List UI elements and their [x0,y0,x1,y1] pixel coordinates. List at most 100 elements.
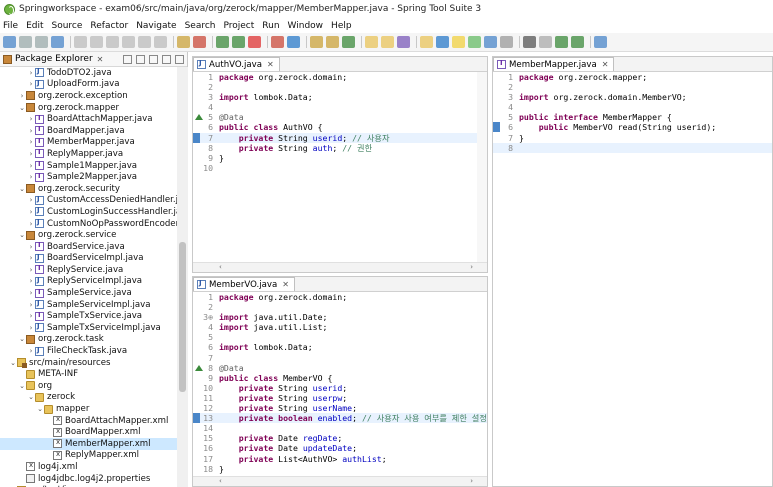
tree-item[interactable]: › ReplyServiceImpl.java [0,276,177,288]
view-menu-icon[interactable] [149,54,158,64]
tree-item[interactable]: ⌄ org.zerock.mapper [0,102,177,114]
toolbar-button-icon[interactable] [365,36,378,48]
code-area-membermapper[interactable]: 1 package org.zerock.mapper; 2 3 import org.… [493,72,772,486]
chevron-right-icon[interactable]: › [27,162,35,170]
tree-item[interactable]: MemberMapper.xml [0,438,177,450]
code-line[interactable]: 18} [193,464,487,474]
minimize-icon[interactable] [162,54,171,64]
toolbar-button-icon[interactable] [154,36,167,48]
toolbar-button-icon[interactable] [248,36,261,48]
editor-hscroll[interactable]: ‹ › [193,476,487,486]
tree-item[interactable]: › SampleTxServiceImpl.java [0,322,177,334]
chevron-right-icon[interactable]: › [27,347,35,355]
tree-item[interactable]: ⌄ org.zerock.security [0,183,177,195]
editor-vscroll[interactable] [477,72,487,262]
code-line[interactable]: 6 import lombok.Data; [193,342,487,352]
chevron-down-icon[interactable]: ⌄ [18,382,26,390]
code-line[interactable]: 6 public class AuthVO { [193,122,487,132]
tree-item[interactable]: › SampleService.java [0,287,177,299]
chevron-right-icon[interactable]: › [27,127,35,135]
tree-item[interactable]: › BoardService.java [0,241,177,253]
chevron-right-icon[interactable]: › [27,80,35,88]
toolbar-button-icon[interactable] [436,36,449,48]
code-line[interactable]: 3 import org.zerock.domain.MemberVO; [493,92,772,102]
toolbar-button-icon[interactable] [74,36,87,48]
tree-item[interactable]: BoardAttachMapper.xml [0,415,177,427]
tree-item[interactable]: › Sample1Mapper.java [0,160,177,172]
tree-item[interactable]: › CustomLoginSuccessHandler.java [0,206,177,218]
code-line[interactable]: 1 package org.zerock.mapper; [493,72,772,82]
code-line[interactable]: 5 [193,332,487,342]
toolbar-button-icon[interactable] [19,36,32,48]
chevron-right-icon[interactable]: › [27,196,35,204]
toolbar-button-icon[interactable] [35,36,48,48]
override-marker-icon[interactable] [195,114,203,121]
tree-item[interactable]: › SampleTxService.java [0,310,177,322]
code-line[interactable]: 5 @Data [193,112,487,122]
toolbar-button-icon[interactable] [326,36,339,48]
code-line[interactable]: 7 [193,353,487,363]
menu-edit[interactable]: Edit [26,21,43,31]
code-line[interactable]: 5 public interface MemberMapper { [493,112,772,122]
chevron-right-icon[interactable]: › [27,138,35,146]
code-line[interactable]: 13 private boolean enabled; // 사용자 사용 여부… [193,413,487,424]
tree-item[interactable]: › ReplyService.java [0,264,177,276]
menu-run[interactable]: Run [262,21,279,31]
code-line[interactable]: 1 package org.zerock.domain; [193,292,487,302]
toolbar-button-icon[interactable] [287,36,300,48]
toolbar-button-icon[interactable] [138,36,151,48]
toolbar-button-icon[interactable] [539,36,552,48]
tree-item[interactable]: › TodoDTO2.java [0,67,177,79]
code-line[interactable]: 2 [193,82,487,92]
toolbar-button-icon[interactable] [523,36,536,48]
menu-project[interactable]: Project [223,21,254,31]
toolbar-button-icon[interactable] [571,36,584,48]
tab-membervo[interactable]: MemberVO.java ✕ [193,277,295,291]
toolbar-button-icon[interactable] [310,36,323,48]
tree-item[interactable]: › ReplyMapper.java [0,148,177,160]
toolbar-button-icon[interactable] [122,36,135,48]
chevron-right-icon[interactable]: › [27,150,35,158]
code-line[interactable]: 1 package org.zerock.domain; [193,72,487,82]
tree-item[interactable]: ⌄ zerock [0,392,177,404]
close-icon[interactable]: ✕ [282,280,289,289]
tree-item[interactable]: log4jdbc.log4j2.properties [0,473,177,485]
chevron-right-icon[interactable]: › [18,92,26,100]
tree-item[interactable]: › SampleServiceImpl.java [0,299,177,311]
code-line[interactable]: 10 [193,163,487,173]
close-icon[interactable]: ✕ [602,60,609,69]
toolbar-button-icon[interactable] [397,36,410,48]
maximize-icon[interactable] [175,54,184,64]
toolbar-button-icon[interactable] [484,36,497,48]
toolbar-button-icon[interactable] [594,36,607,48]
toolbar-button-icon[interactable] [106,36,119,48]
tree-item[interactable]: › BoardServiceImpl.java [0,253,177,265]
code-line[interactable]: 2 [493,82,772,92]
chevron-right-icon[interactable]: › [27,289,35,297]
tree-item[interactable]: ⌄ org.zerock.task [0,334,177,346]
code-line[interactable]: 14 [193,423,487,433]
link-with-editor-icon[interactable] [136,54,145,64]
code-line[interactable]: 4 [493,102,772,112]
tree-item[interactable]: › UploadForm.java [0,79,177,91]
editor-hscroll[interactable]: ‹ › [193,262,487,272]
toolbar-button-icon[interactable] [177,36,190,48]
chevron-right-icon[interactable]: › [27,243,35,251]
toolbar-button-icon[interactable] [342,36,355,48]
scroll-left-icon[interactable]: ‹ [219,477,222,485]
toolbar-button-icon[interactable] [468,36,481,48]
toolbar-button-icon[interactable] [500,36,513,48]
package-explorer-title[interactable]: Package Explorer [15,54,93,64]
toolbar-button-icon[interactable] [420,36,433,48]
chevron-down-icon[interactable]: ⌄ [9,359,17,367]
chevron-right-icon[interactable]: › [27,173,35,181]
toolbar-button-icon[interactable] [193,36,206,48]
menu-help[interactable]: Help [331,21,352,31]
tree-item[interactable]: › CustomNoOpPasswordEncoder.java [0,218,177,230]
tree-item[interactable]: › MemberMapper.java [0,137,177,149]
toolbar-button-icon[interactable] [90,36,103,48]
close-icon[interactable]: ✕ [267,60,274,69]
chevron-down-icon[interactable]: ⌄ [18,104,26,112]
code-line[interactable]: 9} [193,153,487,163]
chevron-right-icon[interactable]: › [27,301,35,309]
